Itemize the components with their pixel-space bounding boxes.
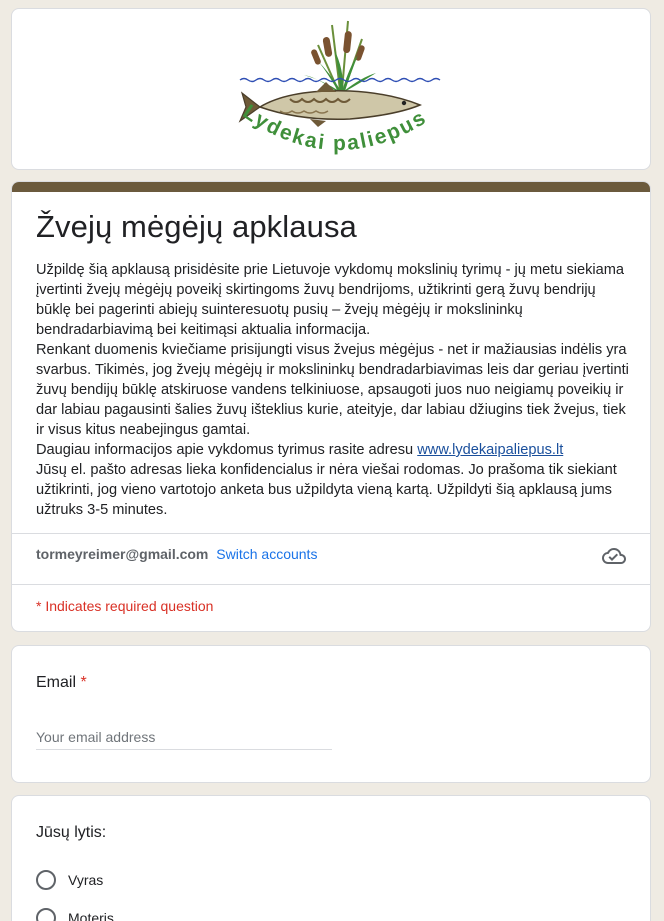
description-paragraph-1: Užpildę šią apklausą prisidėsite prie Li… (36, 262, 625, 338)
header-logo-card: Lydekai paliepus (11, 8, 651, 170)
divider (12, 584, 650, 585)
radio-option-label: Moteris (68, 910, 114, 921)
form-header-card: Žvejų mėgėjų apklausa Užpildę šią apklau… (11, 181, 651, 632)
website-link[interactable]: www.lydekaipaliepus.lt (417, 442, 563, 458)
email-question-card: Email * (11, 645, 651, 783)
email-label-text: Email (36, 674, 77, 691)
required-note: * Indicates required question (36, 598, 214, 614)
cloud-check-icon[interactable] (602, 544, 626, 568)
description-paragraph-3: Daugiau informacijos apie vykdomus tyrim… (36, 440, 632, 460)
description-link-intro: Daugiau informacijos apie vykdomus tyrim… (36, 442, 418, 458)
email-input[interactable] (36, 724, 332, 750)
switch-accounts-link[interactable]: Switch accounts (216, 546, 317, 562)
form-description: Užpildę šią apklausą prisidėsite prie Li… (36, 260, 632, 520)
email-question-label: Email * (36, 674, 87, 692)
gender-question-label: Jūsų lytis: (36, 824, 107, 841)
radio-circle[interactable] (36, 870, 56, 890)
form-title: Žvejų mėgėjų apklausa (36, 209, 357, 244)
account-email: tormeyreimer@gmail.com (36, 546, 209, 562)
fish-logo-icon: Lydekai paliepus (238, 20, 441, 155)
description-paragraph-4: Jūsų el. pašto adresas lieka konfidencia… (36, 462, 617, 518)
gender-question-card: Jūsų lytis: Vyras Moteris (11, 795, 651, 921)
radio-option-moteris[interactable]: Moteris (36, 908, 114, 921)
radio-option-label: Vyras (68, 872, 104, 888)
brand-logo: Lydekai paliepus (220, 15, 460, 169)
radio-option-vyras[interactable]: Vyras (36, 870, 103, 890)
account-row: tormeyreimer@gmail.com Switch accounts (36, 546, 317, 562)
radio-circle[interactable] (36, 908, 56, 921)
description-paragraph-2: Renkant duomenis kviečiame prisijungti v… (36, 342, 629, 438)
required-asterisk: * (80, 674, 87, 691)
accent-strip (12, 182, 650, 192)
divider (12, 533, 650, 534)
